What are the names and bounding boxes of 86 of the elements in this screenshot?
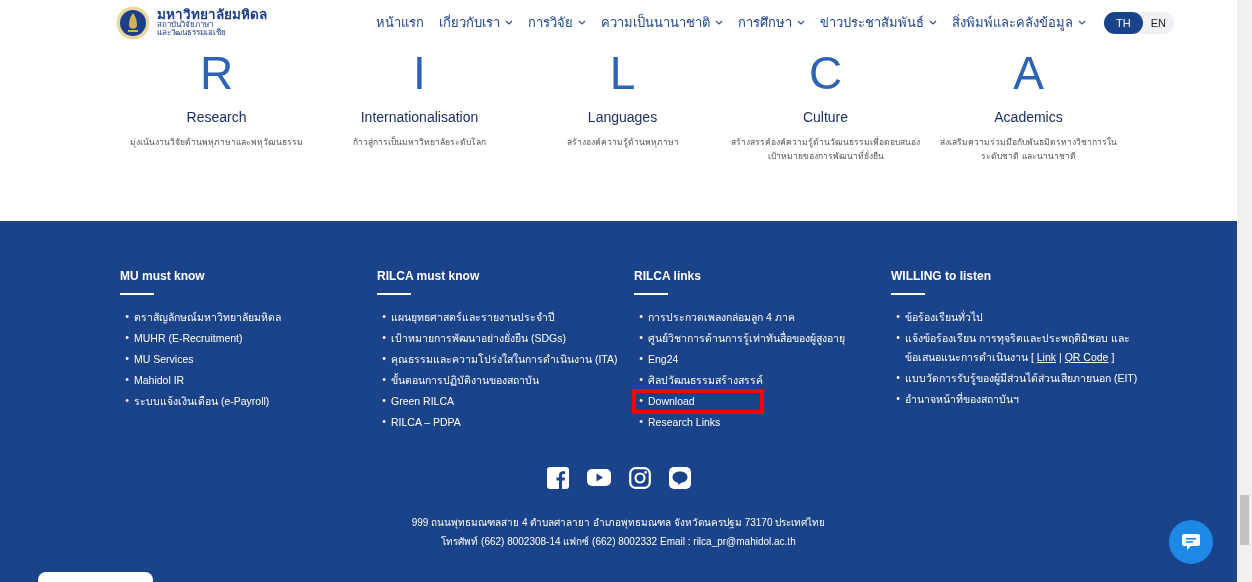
bullet: • <box>381 392 387 408</box>
pillar-description: ส่งเสริมความร่วมมือกับพันธมิตรทางวิชาการในระดับชาติ และนานาชาติ <box>939 136 1118 164</box>
bullet: • <box>381 350 387 366</box>
footer-link[interactable]: แบบวัดการรับรู้ของผู้มีส่วนได้ส่วนเสียภายนอก (EIT) <box>905 367 1138 389</box>
bullet: • <box>124 371 130 387</box>
contact-address: โทรศัพท์ (662) 8002308-14 แฟกซ์ (662) 8002332 Email : rilca_pr@mahidol.ac.th <box>441 534 796 549</box>
bullet: • <box>638 308 644 324</box>
bullet: • <box>124 392 130 408</box>
institute-subtitle: และวัฒนธรรมเอเชีย <box>157 29 227 38</box>
footer-link[interactable]: Mahidol IR <box>134 369 185 391</box>
message-icon <box>1181 533 1201 551</box>
pillar-title: Culture <box>802 109 849 125</box>
youtube-icon[interactable] <box>586 469 611 486</box>
institute-name: มหาวิทยาลัยมหิดล <box>157 7 267 22</box>
footer-link[interactable]: Download <box>648 390 695 412</box>
bullet: • <box>124 308 130 324</box>
bullet: • <box>895 390 901 406</box>
column-heading: MU must know <box>120 269 205 283</box>
footer-link[interactable]: MU Services <box>134 348 194 370</box>
inline-link[interactable]: Link <box>1036 350 1057 363</box>
footer-link[interactable]: ข้อร้องเรียนทั่วไป <box>905 306 983 328</box>
nav-link[interactable]: ความเป็นนานาชาติ <box>601 12 723 33</box>
pillar-letter: R <box>199 47 234 99</box>
institute-subtitle: สถาบันวิจัยภาษา <box>157 21 214 30</box>
pillar-title: Internationalisation <box>360 109 479 125</box>
nav-link[interactable]: การวิจัย <box>528 12 586 33</box>
bullet: • <box>381 329 387 345</box>
bullet: • <box>895 369 901 385</box>
footer-link[interactable]: RILCA – PDPA <box>391 411 461 433</box>
footer-link[interactable]: ระบบแจ้งเงินเดือน (e-Payroll) <box>134 390 270 412</box>
footer-link[interactable]: ตราสัญลักษณ์มหาวิทยาลัยมหิดล <box>134 306 281 328</box>
bullet: • <box>638 413 644 429</box>
footer-link[interactable]: Eng24 <box>648 348 679 370</box>
scrollbar[interactable] <box>1237 0 1252 582</box>
instagram-icon[interactable] <box>628 466 651 489</box>
pillar-letter: I <box>413 47 426 99</box>
bullet: • <box>638 350 644 366</box>
nav-link[interactable]: เกี่ยวกับเรา <box>439 12 513 33</box>
pillar-title: Languages <box>587 109 658 125</box>
bullet: • <box>895 329 901 345</box>
contact-address: 999 ถนนพุทธมณฑลสาย 4 ตำบลศาลายา อำเภอพุทธมณฑล จังหวัดนครปฐม 73170 ประเทศไทย <box>411 515 826 530</box>
pillar-description: สร้างสรรค์องค์ความรู้ด้านวัฒนธรรมเพื่อตอบสนองเป้าหมายของการพัฒนาที่ยั่งยืน <box>730 135 921 164</box>
footer-link[interactable]: คุณธรรมและความโปร่งใสในการดำเนินงาน (ITA) <box>391 348 618 370</box>
pillar-letter: L <box>609 47 636 99</box>
language-button[interactable]: EN <box>1142 11 1174 34</box>
chat-bubble-icon[interactable] <box>668 466 691 489</box>
facebook-icon[interactable] <box>546 466 569 489</box>
inline-link[interactable]: QR Code <box>1064 350 1109 363</box>
column-heading: WILLING to listen <box>891 269 991 283</box>
bullet: • <box>124 350 130 366</box>
nav-link[interactable]: การศึกษา <box>738 12 805 33</box>
pillar-description: ก้าวสู่การเป็นมหาวิทยาลัยระดับโลก <box>353 135 486 150</box>
bullet: • <box>638 329 644 345</box>
bullet: • <box>895 308 901 324</box>
nav-link[interactable]: สิ่งพิมพ์และคลังข้อมูล <box>952 12 1086 33</box>
footer-link[interactable]: แผนยุทธศาสตร์และรายงานประจำปี <box>391 306 555 328</box>
scrollbar-thumb[interactable] <box>1240 495 1249 545</box>
footer-link[interactable]: การประกวดเพลงกล่อมลูก 4 ภาค <box>648 306 795 328</box>
pillar-title: Research <box>186 109 247 125</box>
footer-link[interactable]: แจ้งข้อร้องเรียน การทุจริตและประพฤติมิชอบ และข้อเสนอแนะการดำเนินงาน [ Link | QR Code ] <box>905 327 1141 368</box>
pillar-title: Academics <box>994 109 1063 125</box>
column-heading: RILCA links <box>634 269 701 283</box>
nav-link[interactable]: ข่าวประชาสัมพันธ์ <box>820 12 937 33</box>
pillar-description: สร้างองค์ความรู้ด้านพหุภาษา <box>566 136 679 150</box>
language-button[interactable]: TH <box>1104 11 1143 34</box>
university-seal-icon[interactable] <box>116 5 150 40</box>
footer-link[interactable]: MUHR (E-Recruitment) <box>134 327 243 349</box>
footer-link[interactable]: เป้าหมายการพัฒนาอย่างยั่งยืน (SDGs) <box>391 327 566 349</box>
bullet: • <box>381 371 387 387</box>
nav-link[interactable]: หน้าแรก <box>376 12 424 33</box>
pillar-letter: A <box>1013 47 1044 99</box>
footer-link[interactable]: ศิลปวัฒนธรรมสร้างสรรค์ <box>648 369 763 391</box>
footer-link[interactable]: ศูนย์วิชาการด้านการรู้เท่าทันสื่อของผู้สูงอายุ <box>648 327 845 349</box>
footer-link[interactable]: ขั้นตอนการปฏิบัติงานของสถาบัน <box>391 369 539 391</box>
bullet: • <box>638 392 644 408</box>
chat-button[interactable] <box>1169 520 1213 564</box>
pillar-letter: C <box>808 47 843 99</box>
column-heading: RILCA must know <box>377 269 480 283</box>
bullet: • <box>638 371 644 387</box>
bullet: • <box>381 413 387 429</box>
bullet: • <box>124 329 130 345</box>
footer-link[interactable]: อำนาจหน้าที่ของสถาบันฯ <box>905 388 1019 410</box>
footer-link[interactable]: Research Links <box>648 411 721 433</box>
pillar-description: มุ่งเน้นงานวิจัยด้านพหุภาษาและพหุวัฒนธรรม <box>130 136 303 150</box>
bullet: • <box>381 308 387 324</box>
footer-link[interactable]: Green RILCA <box>391 390 455 412</box>
